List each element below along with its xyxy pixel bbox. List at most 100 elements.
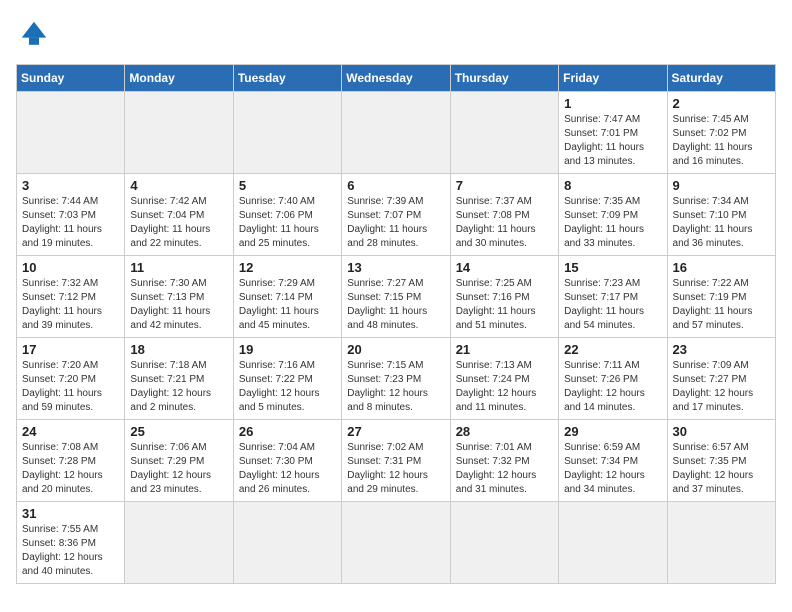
day-info: Sunrise: 7:35 AM Sunset: 7:09 PM Dayligh… bbox=[564, 195, 661, 251]
day-number: 21 bbox=[456, 342, 553, 357]
day-number: 29 bbox=[564, 424, 661, 439]
day-number: 25 bbox=[130, 424, 227, 439]
calendar-cell: 6 Sunrise: 7:39 AM Sunset: 7:07 PM Daylig… bbox=[342, 174, 450, 256]
day-info: Sunrise: 7:08 AM Sunset: 7:28 PM Dayligh… bbox=[22, 441, 119, 497]
day-info: Sunrise: 7:01 AM Sunset: 7:32 PM Dayligh… bbox=[456, 441, 553, 497]
day-info: Sunrise: 7:29 AM Sunset: 7:14 PM Dayligh… bbox=[239, 277, 336, 333]
day-number: 18 bbox=[130, 342, 227, 357]
logo-icon bbox=[16, 16, 52, 52]
day-info: Sunrise: 7:44 AM Sunset: 7:03 PM Dayligh… bbox=[22, 195, 119, 251]
day-number: 31 bbox=[22, 506, 119, 521]
calendar-header: SundayMondayTuesdayWednesdayThursdayFrid… bbox=[17, 65, 776, 92]
calendar-cell: 2 Sunrise: 7:45 AM Sunset: 7:02 PM Daylig… bbox=[667, 92, 775, 174]
calendar-cell: 19Sunrise: 7:16 AM Sunset: 7:22 PM Dayli… bbox=[233, 338, 341, 420]
calendar-cell: 13 Sunrise: 7:27 AM Sunset: 7:15 PM Dayli… bbox=[342, 256, 450, 338]
calendar-cell: 29 Sunrise: 6:59 AM Sunset: 7:34 PM Dayli… bbox=[559, 420, 667, 502]
day-number: 24 bbox=[22, 424, 119, 439]
day-number: 5 bbox=[239, 178, 336, 193]
calendar-cell: 17Sunrise: 7:20 AM Sunset: 7:20 PM Dayli… bbox=[17, 338, 125, 420]
day-info: Sunrise: 7:13 AM Sunset: 7:24 PM Dayligh… bbox=[456, 359, 553, 415]
day-number: 4 bbox=[130, 178, 227, 193]
calendar-week-row: 10 Sunrise: 7:32 AM Sunset: 7:12 PM Dayli… bbox=[17, 256, 776, 338]
day-info: Sunrise: 7:40 AM Sunset: 7:06 PM Dayligh… bbox=[239, 195, 336, 251]
day-number: 30 bbox=[673, 424, 770, 439]
weekday-header-saturday: Saturday bbox=[667, 65, 775, 92]
day-number: 1 bbox=[564, 96, 661, 111]
calendar-cell bbox=[342, 502, 450, 584]
calendar-table: SundayMondayTuesdayWednesdayThursdayFrid… bbox=[16, 64, 776, 584]
day-number: 16 bbox=[673, 260, 770, 275]
calendar-cell: 24 Sunrise: 7:08 AM Sunset: 7:28 PM Dayli… bbox=[17, 420, 125, 502]
day-info: Sunrise: 7:18 AM Sunset: 7:21 PM Dayligh… bbox=[130, 359, 227, 415]
calendar-cell: 23 Sunrise: 7:09 AM Sunset: 7:27 PM Dayli… bbox=[667, 338, 775, 420]
day-info: Sunrise: 7:27 AM Sunset: 7:15 PM Dayligh… bbox=[347, 277, 444, 333]
day-number: 8 bbox=[564, 178, 661, 193]
calendar-cell bbox=[450, 92, 558, 174]
day-info: Sunrise: 6:57 AM Sunset: 7:35 PM Dayligh… bbox=[673, 441, 770, 497]
calendar-cell: 4 Sunrise: 7:42 AM Sunset: 7:04 PM Daylig… bbox=[125, 174, 233, 256]
calendar-cell: 16Sunrise: 7:22 AM Sunset: 7:19 PM Dayli… bbox=[667, 256, 775, 338]
calendar-cell: 31 Sunrise: 7:55 AM Sunset: 8:36 PM Dayli… bbox=[17, 502, 125, 584]
day-info: Sunrise: 6:59 AM Sunset: 7:34 PM Dayligh… bbox=[564, 441, 661, 497]
day-number: 23 bbox=[673, 342, 770, 357]
day-number: 6 bbox=[347, 178, 444, 193]
calendar-week-row: 31 Sunrise: 7:55 AM Sunset: 8:36 PM Dayli… bbox=[17, 502, 776, 584]
day-number: 12 bbox=[239, 260, 336, 275]
calendar-cell: 27Sunrise: 7:02 AM Sunset: 7:31 PM Dayli… bbox=[342, 420, 450, 502]
calendar-cell: 9Sunrise: 7:34 AM Sunset: 7:10 PM Daylig… bbox=[667, 174, 775, 256]
calendar-cell: 1 Sunrise: 7:47 AM Sunset: 7:01 PM Daylig… bbox=[559, 92, 667, 174]
day-info: Sunrise: 7:15 AM Sunset: 7:23 PM Dayligh… bbox=[347, 359, 444, 415]
calendar-cell: 7Sunrise: 7:37 AM Sunset: 7:08 PM Daylig… bbox=[450, 174, 558, 256]
calendar-cell: 18 Sunrise: 7:18 AM Sunset: 7:21 PM Dayli… bbox=[125, 338, 233, 420]
calendar-cell bbox=[233, 502, 341, 584]
weekday-header-sunday: Sunday bbox=[17, 65, 125, 92]
day-info: Sunrise: 7:04 AM Sunset: 7:30 PM Dayligh… bbox=[239, 441, 336, 497]
logo bbox=[16, 16, 56, 52]
weekday-header-monday: Monday bbox=[125, 65, 233, 92]
calendar-week-row: 3Sunrise: 7:44 AM Sunset: 7:03 PM Daylig… bbox=[17, 174, 776, 256]
day-info: Sunrise: 7:09 AM Sunset: 7:27 PM Dayligh… bbox=[673, 359, 770, 415]
weekday-row: SundayMondayTuesdayWednesdayThursdayFrid… bbox=[17, 65, 776, 92]
calendar-week-row: 1 Sunrise: 7:47 AM Sunset: 7:01 PM Daylig… bbox=[17, 92, 776, 174]
calendar-week-row: 17Sunrise: 7:20 AM Sunset: 7:20 PM Dayli… bbox=[17, 338, 776, 420]
day-number: 14 bbox=[456, 260, 553, 275]
calendar-cell: 11Sunrise: 7:30 AM Sunset: 7:13 PM Dayli… bbox=[125, 256, 233, 338]
weekday-header-friday: Friday bbox=[559, 65, 667, 92]
day-info: Sunrise: 7:42 AM Sunset: 7:04 PM Dayligh… bbox=[130, 195, 227, 251]
day-info: Sunrise: 7:32 AM Sunset: 7:12 PM Dayligh… bbox=[22, 277, 119, 333]
day-info: Sunrise: 7:34 AM Sunset: 7:10 PM Dayligh… bbox=[673, 195, 770, 251]
calendar-cell bbox=[233, 92, 341, 174]
day-number: 2 bbox=[673, 96, 770, 111]
calendar-cell: 20 Sunrise: 7:15 AM Sunset: 7:23 PM Dayli… bbox=[342, 338, 450, 420]
day-number: 28 bbox=[456, 424, 553, 439]
day-info: Sunrise: 7:45 AM Sunset: 7:02 PM Dayligh… bbox=[673, 113, 770, 169]
day-number: 26 bbox=[239, 424, 336, 439]
day-info: Sunrise: 7:25 AM Sunset: 7:16 PM Dayligh… bbox=[456, 277, 553, 333]
day-number: 13 bbox=[347, 260, 444, 275]
calendar-cell: 14 Sunrise: 7:25 AM Sunset: 7:16 PM Dayli… bbox=[450, 256, 558, 338]
day-info: Sunrise: 7:39 AM Sunset: 7:07 PM Dayligh… bbox=[347, 195, 444, 251]
calendar-week-row: 24 Sunrise: 7:08 AM Sunset: 7:28 PM Dayli… bbox=[17, 420, 776, 502]
calendar-cell: 28 Sunrise: 7:01 AM Sunset: 7:32 PM Dayli… bbox=[450, 420, 558, 502]
calendar-cell: 22 Sunrise: 7:11 AM Sunset: 7:26 PM Dayli… bbox=[559, 338, 667, 420]
calendar-cell bbox=[125, 502, 233, 584]
day-number: 17 bbox=[22, 342, 119, 357]
calendar-cell: 12 Sunrise: 7:29 AM Sunset: 7:14 PM Dayli… bbox=[233, 256, 341, 338]
day-number: 27 bbox=[347, 424, 444, 439]
day-info: Sunrise: 7:11 AM Sunset: 7:26 PM Dayligh… bbox=[564, 359, 661, 415]
calendar-cell: 8 Sunrise: 7:35 AM Sunset: 7:09 PM Daylig… bbox=[559, 174, 667, 256]
day-info: Sunrise: 7:55 AM Sunset: 8:36 PM Dayligh… bbox=[22, 523, 119, 579]
day-number: 15 bbox=[564, 260, 661, 275]
day-number: 10 bbox=[22, 260, 119, 275]
calendar-cell bbox=[450, 502, 558, 584]
calendar-cell: 30 Sunrise: 6:57 AM Sunset: 7:35 PM Dayli… bbox=[667, 420, 775, 502]
weekday-header-tuesday: Tuesday bbox=[233, 65, 341, 92]
day-info: Sunrise: 7:30 AM Sunset: 7:13 PM Dayligh… bbox=[130, 277, 227, 333]
day-info: Sunrise: 7:16 AM Sunset: 7:22 PM Dayligh… bbox=[239, 359, 336, 415]
day-info: Sunrise: 7:47 AM Sunset: 7:01 PM Dayligh… bbox=[564, 113, 661, 169]
day-number: 22 bbox=[564, 342, 661, 357]
calendar-body: 1 Sunrise: 7:47 AM Sunset: 7:01 PM Daylig… bbox=[17, 92, 776, 584]
day-number: 20 bbox=[347, 342, 444, 357]
calendar-cell: 10 Sunrise: 7:32 AM Sunset: 7:12 PM Dayli… bbox=[17, 256, 125, 338]
day-info: Sunrise: 7:06 AM Sunset: 7:29 PM Dayligh… bbox=[130, 441, 227, 497]
